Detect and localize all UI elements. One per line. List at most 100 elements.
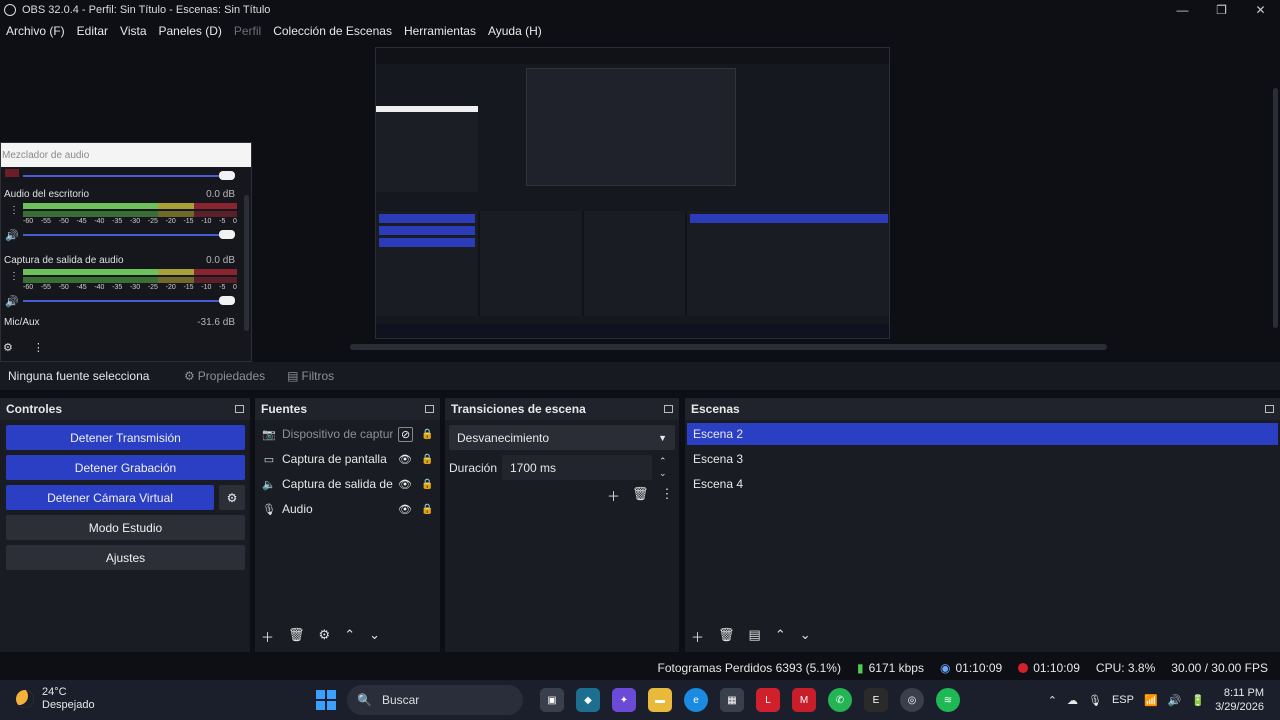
scene-item[interactable]: Escena 3	[687, 448, 1278, 470]
taskbar-search[interactable]: 🔍 Buscar	[347, 685, 523, 715]
source-item[interactable]: 🎙 Audio 👁 🔒	[262, 499, 434, 519]
gear-icon[interactable]: ⚙	[319, 627, 331, 646]
app-red-icon[interactable]: L	[756, 688, 780, 712]
menu-coleccion-escenas[interactable]: Colección de Escenas	[267, 24, 398, 38]
speaker-icon[interactable]: 🔊	[5, 229, 19, 242]
lock-icon[interactable]: 🔒	[421, 479, 433, 490]
transition-select[interactable]: Desvanecimiento ▼	[449, 425, 675, 450]
minimize-button[interactable]: —	[1163, 0, 1202, 20]
wifi-icon[interactable]: 📶	[1144, 694, 1158, 707]
mic-icon[interactable]: 🎙	[1088, 694, 1102, 707]
scale-tick: -40	[94, 284, 105, 291]
source-item[interactable]: ▭ Captura de pantalla 👁 🔒	[262, 449, 434, 469]
spotify-icon[interactable]: ≋	[936, 688, 960, 712]
volume-slider[interactable]	[23, 300, 235, 302]
edge-browser-icon[interactable]: e	[684, 688, 708, 712]
chevron-up-icon[interactable]: ⌃	[344, 627, 355, 646]
properties-button[interactable]: ⚙ Propiedades	[184, 369, 265, 383]
add-icon[interactable]: ＋	[691, 627, 704, 646]
menu-herramientas[interactable]: Herramientas	[398, 24, 482, 38]
cpu-usage: CPU: 3.8%	[1095, 661, 1156, 675]
chevron-up-icon[interactable]: ⌃	[1048, 694, 1057, 707]
undock-icon[interactable]	[1265, 405, 1274, 413]
trash-icon[interactable]: 🗑	[632, 486, 649, 505]
close-button[interactable]: ✕	[1241, 0, 1280, 20]
undock-icon[interactable]	[425, 405, 434, 413]
audio-mixer-title[interactable]: Mezclador de audio	[1, 143, 251, 167]
store-icon[interactable]: ◆	[576, 688, 600, 712]
undock-icon[interactable]	[664, 405, 673, 413]
chevron-up-icon[interactable]: ⌃	[775, 627, 786, 646]
channel-menu-icon[interactable]: ⋮	[9, 271, 19, 282]
mixer-scrollbar[interactable]	[244, 195, 249, 331]
whatsapp-icon[interactable]: ✆	[828, 688, 852, 712]
language-indicator[interactable]: ESP	[1112, 694, 1134, 706]
epic-games-icon[interactable]: E	[864, 688, 888, 712]
clock[interactable]: 8:11 PM 3/29/2026	[1215, 686, 1264, 714]
lock-icon[interactable]: 🔒	[421, 429, 433, 440]
volume-slider-handle[interactable]	[219, 296, 235, 305]
stop-virtual-camera-button[interactable]: Detener Cámara Virtual	[6, 485, 214, 510]
duration-stepper[interactable]: ⌃ ⌄	[659, 455, 667, 479]
eye-icon[interactable]: 👁	[398, 478, 412, 491]
trash-icon[interactable]: 🗑	[288, 627, 305, 646]
scene-item[interactable]: Escena 4	[687, 473, 1278, 495]
source-item[interactable]: 🔈 Captura de salida de audio 👁 🔒	[262, 474, 434, 494]
add-icon[interactable]: ＋	[607, 486, 620, 505]
source-item[interactable]: 📷 Dispositivo de captura de video ⊘ 🔒	[262, 424, 434, 444]
chevron-down-icon[interactable]: ⌄	[369, 627, 380, 646]
filter-icon[interactable]: ▤	[749, 627, 761, 646]
virtual-camera-settings-button[interactable]: ⚙	[219, 485, 245, 510]
obs-taskbar-icon[interactable]: ◎	[900, 688, 924, 712]
lock-icon[interactable]: 🔒	[421, 504, 433, 515]
mixer-menu-icon[interactable]: ⋮	[33, 341, 44, 354]
cloud-icon[interactable]: ☁	[1067, 694, 1078, 707]
duration-label: Duración	[449, 461, 498, 475]
add-icon[interactable]: ＋	[261, 627, 274, 646]
undock-icon[interactable]	[235, 405, 244, 413]
menu-bar: Archivo (F) Editar Vista Paneles (D) Per…	[0, 20, 548, 42]
volume-slider-handle[interactable]	[219, 171, 235, 180]
microsoft-store-icon[interactable]: ▦	[720, 688, 744, 712]
filters-button[interactable]: ▤ Filtros	[287, 369, 334, 383]
advanced-audio-gear-icon[interactable]: ⚙	[3, 341, 13, 354]
windows-start-icon[interactable]	[316, 690, 336, 710]
lock-icon[interactable]: 🔒	[421, 454, 433, 465]
more-menu-icon[interactable]: ⋮	[661, 486, 674, 505]
chevron-down-icon[interactable]: ⌄	[800, 627, 811, 646]
filters-label: Filtros	[301, 369, 335, 383]
duration-input[interactable]: 1700 ms	[502, 455, 652, 480]
menu-archivo[interactable]: Archivo (F)	[0, 24, 71, 38]
menu-paneles[interactable]: Paneles (D)	[153, 24, 228, 38]
channel-menu-icon[interactable]: ⋮	[9, 205, 19, 216]
trash-icon[interactable]: 🗑	[718, 627, 735, 646]
visibility-hidden-icon[interactable]: ⊘	[398, 426, 414, 442]
record-dot-icon	[1018, 663, 1029, 673]
settings-button[interactable]: Ajustes	[6, 545, 245, 570]
eye-icon[interactable]: 👁	[398, 453, 412, 466]
studio-mode-button[interactable]: Modo Estudio	[6, 515, 245, 540]
preview-canvas[interactable]	[375, 47, 890, 339]
speaker-icon[interactable]: 🔊	[5, 295, 19, 308]
volume-slider[interactable]	[23, 175, 219, 177]
menu-editar[interactable]: Editar	[71, 24, 114, 38]
eye-icon[interactable]: 👁	[398, 503, 412, 516]
scale-tick: -30	[129, 218, 141, 225]
weather-widget[interactable]: 24°C Despejado	[16, 686, 95, 712]
stop-streaming-button[interactable]: Detener Transmisión	[6, 425, 245, 450]
volume-slider-handle[interactable]	[219, 230, 235, 239]
copilot-icon[interactable]: ✦	[612, 688, 636, 712]
preview-horizontal-scrollbar[interactable]	[350, 344, 1107, 350]
scene-item[interactable]: Escena 2	[687, 423, 1278, 445]
menu-ayuda[interactable]: Ayuda (H)	[482, 24, 548, 38]
battery-icon[interactable]: 🔋	[1191, 694, 1205, 707]
menu-vista[interactable]: Vista	[114, 24, 152, 38]
task-view-icon[interactable]: ▣	[540, 688, 564, 712]
volume-icon[interactable]: 🔊	[1168, 694, 1182, 707]
file-explorer-icon[interactable]: ▬	[648, 688, 672, 712]
stop-recording-button[interactable]: Detener Grabación	[6, 455, 245, 480]
maximize-button[interactable]: ❐	[1202, 0, 1241, 20]
preview-vertical-scrollbar[interactable]	[1273, 88, 1278, 328]
mcafee-icon[interactable]: M	[792, 688, 816, 712]
volume-slider[interactable]	[23, 234, 235, 236]
